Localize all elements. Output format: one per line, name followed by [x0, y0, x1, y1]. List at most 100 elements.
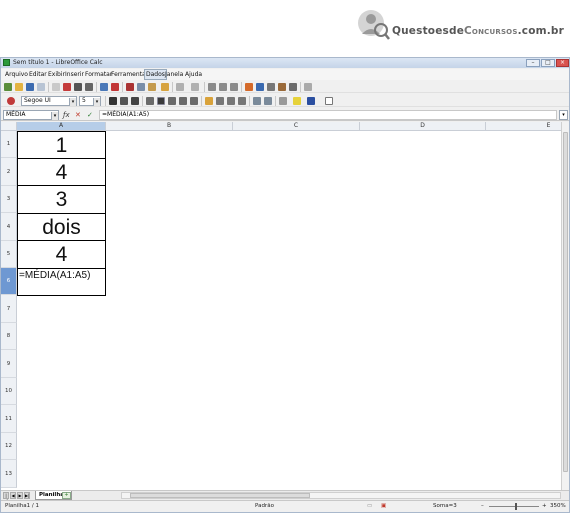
select-all-corner[interactable]: [1, 122, 17, 131]
undo-icon[interactable]: [176, 83, 184, 91]
function-wizard-icon[interactable]: ƒx: [63, 110, 70, 120]
borders-icon[interactable]: [279, 97, 287, 105]
menu-arquivo[interactable]: Arquivo: [5, 69, 28, 80]
new-document-icon[interactable]: [4, 83, 12, 91]
name-box[interactable]: MÉDIA ▾: [3, 110, 59, 120]
align-center-icon[interactable]: [157, 97, 165, 105]
name-box-dropdown-icon[interactable]: ▾: [51, 112, 58, 120]
standard-format-icon[interactable]: [227, 97, 235, 105]
vertical-scrollbar[interactable]: [561, 122, 569, 490]
edit-file-icon[interactable]: [52, 83, 60, 91]
menu-editar[interactable]: Editar: [29, 69, 47, 80]
navigator-icon[interactable]: [267, 83, 275, 91]
row-header-4[interactable]: 4: [1, 213, 17, 241]
row-header-10[interactable]: 10: [1, 378, 17, 405]
font-name-dropdown-icon[interactable]: ▾: [69, 98, 76, 106]
cell-a3[interactable]: 3: [17, 186, 106, 214]
column-header-d[interactable]: D: [360, 122, 486, 131]
email-icon[interactable]: [37, 83, 45, 91]
maximize-button[interactable]: □: [541, 59, 555, 67]
font-color-icon[interactable]: [307, 97, 315, 105]
pivot-table-icon[interactable]: [256, 83, 264, 91]
insert-chart-icon[interactable]: [245, 83, 253, 91]
previous-sheet-icon[interactable]: ◀: [10, 492, 16, 499]
justify-icon[interactable]: [179, 97, 187, 105]
zoom-level[interactable]: 350%: [550, 501, 566, 512]
formula-input[interactable]: =MÉDIA(A1:A5): [99, 110, 557, 120]
last-sheet-icon[interactable]: ▶|: [24, 492, 30, 499]
styles-icon[interactable]: [7, 97, 15, 105]
percent-format-icon[interactable]: [216, 97, 224, 105]
redo-icon[interactable]: [191, 83, 199, 91]
accept-icon[interactable]: ✓: [87, 110, 93, 120]
row-header-12[interactable]: 12: [1, 433, 17, 460]
row-header-1[interactable]: 1: [1, 131, 17, 158]
copy-icon[interactable]: [137, 83, 145, 91]
row-header-11[interactable]: 11: [1, 405, 17, 433]
font-size-box[interactable]: 5 ▾: [79, 96, 101, 106]
cell-a6[interactable]: =MÉDIA(A1:A5): [17, 269, 106, 296]
row-header-2[interactable]: 2: [1, 158, 17, 186]
clone-formatting-icon[interactable]: [161, 83, 169, 91]
horizontal-scrollbar[interactable]: [121, 492, 561, 499]
zoom-slider[interactable]: [489, 506, 539, 507]
menu-janela[interactable]: Janela: [165, 69, 183, 80]
status-sum[interactable]: Soma=3: [433, 501, 457, 512]
row-header-7[interactable]: 7: [1, 295, 17, 323]
cut-icon[interactable]: [126, 83, 134, 91]
next-sheet-icon[interactable]: ▶: [17, 492, 23, 499]
column-header-e[interactable]: E: [486, 122, 561, 131]
sort-descending-icon[interactable]: [230, 83, 238, 91]
gallery-icon[interactable]: [278, 83, 286, 91]
save-icon[interactable]: [26, 83, 34, 91]
zoom-out-icon[interactable]: –: [481, 501, 484, 512]
menu-inserir[interactable]: Inserir: [65, 69, 84, 80]
autospellcheck-icon[interactable]: [111, 83, 119, 91]
add-decimal-icon[interactable]: [238, 97, 246, 105]
increase-indent-icon[interactable]: [264, 97, 272, 105]
sort-ascending-icon[interactable]: [219, 83, 227, 91]
decrease-indent-icon[interactable]: [253, 97, 261, 105]
toggle-grid-icon[interactable]: [325, 97, 333, 105]
close-button[interactable]: ×: [556, 59, 569, 67]
column-header-a[interactable]: A: [17, 122, 106, 131]
print-preview-icon[interactable]: [85, 83, 93, 91]
data-sources-icon[interactable]: [289, 83, 297, 91]
underline-icon[interactable]: [131, 97, 139, 105]
row-header-8[interactable]: 8: [1, 323, 17, 350]
row-header-3[interactable]: 3: [1, 186, 17, 213]
zoom-slider-knob[interactable]: [515, 503, 517, 510]
row-header-9[interactable]: 9: [1, 350, 17, 378]
status-selection-mode-icon[interactable]: ▭: [367, 501, 372, 512]
horizontal-scroll-thumb[interactable]: [130, 493, 310, 498]
export-pdf-icon[interactable]: [63, 83, 71, 91]
hyperlink-icon[interactable]: [208, 83, 216, 91]
font-name-box[interactable]: Segoe UI ▾: [21, 96, 77, 106]
font-size-dropdown-icon[interactable]: ▾: [93, 98, 100, 106]
menu-dados[interactable]: Dados: [144, 69, 167, 80]
cancel-icon[interactable]: ✕: [75, 110, 81, 120]
expand-formula-bar-icon[interactable]: ▾: [559, 110, 568, 120]
spellcheck-icon[interactable]: [100, 83, 108, 91]
cell-a2[interactable]: 4: [17, 159, 106, 186]
italic-icon[interactable]: [120, 97, 128, 105]
row-header-5[interactable]: 5: [1, 241, 17, 268]
cell-a1[interactable]: 1: [17, 131, 106, 159]
column-header-c[interactable]: C: [233, 122, 360, 131]
help-icon[interactable]: [304, 83, 312, 91]
print-icon[interactable]: [74, 83, 82, 91]
menu-formatar[interactable]: Formatar: [85, 69, 112, 80]
background-color-icon[interactable]: [293, 97, 301, 105]
row-header-13[interactable]: 13: [1, 460, 17, 488]
minimize-button[interactable]: –: [526, 59, 540, 67]
add-sheet-icon[interactable]: +: [62, 492, 71, 499]
vertical-scroll-thumb[interactable]: [563, 132, 568, 472]
bold-icon[interactable]: [109, 97, 117, 105]
status-page-style[interactable]: Padrão: [255, 501, 274, 512]
column-header-b[interactable]: B: [106, 122, 233, 131]
first-sheet-icon[interactable]: |◀: [3, 492, 9, 503]
open-folder-icon[interactable]: [15, 83, 23, 91]
align-right-icon[interactable]: [168, 97, 176, 105]
cell-a4[interactable]: dois: [17, 214, 106, 241]
menu-exibir[interactable]: Exibir: [48, 69, 65, 80]
